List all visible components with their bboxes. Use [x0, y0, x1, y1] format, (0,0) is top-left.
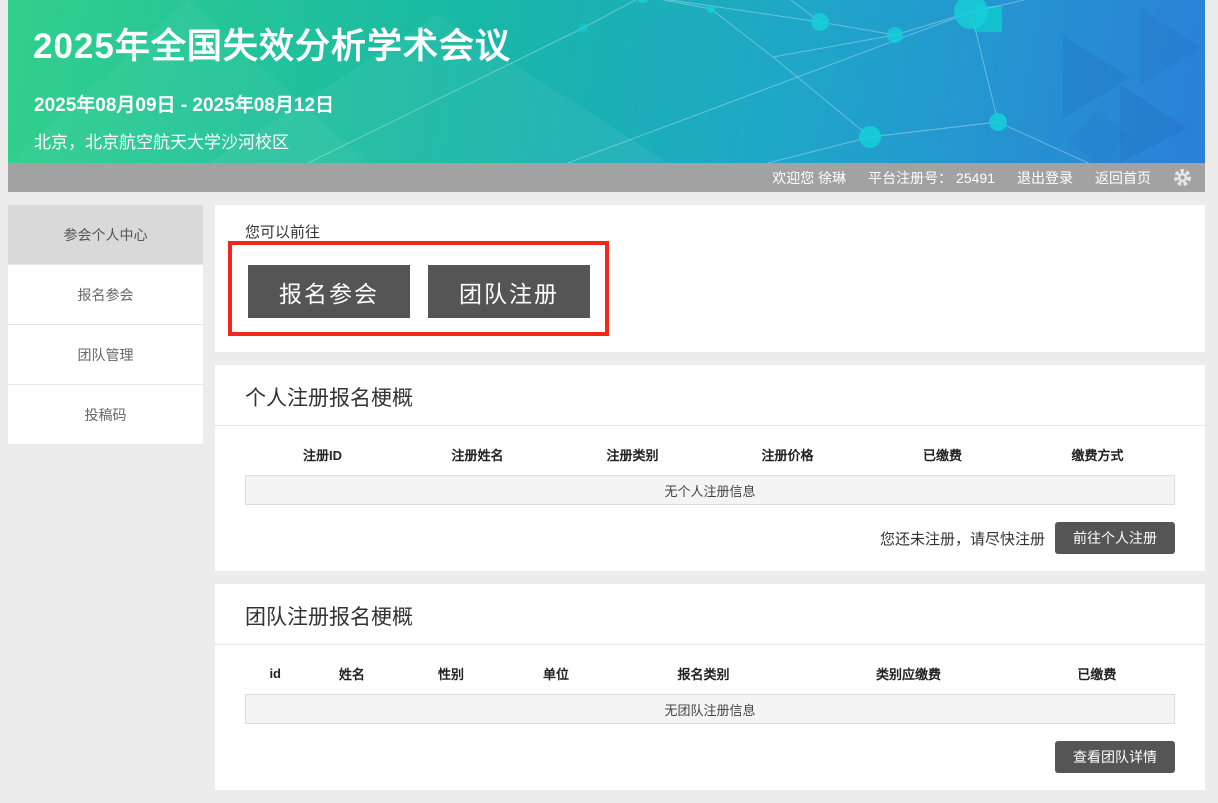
col-paid: 已缴费 [865, 436, 1020, 475]
col-organization: 单位 [504, 655, 609, 694]
col-reg-category: 注册类别 [555, 436, 710, 475]
team-registration-table: id 姓名 性别 单位 报名类别 类别应缴费 已缴费 [245, 655, 1175, 694]
table-header-row: id 姓名 性别 单位 报名类别 类别应缴费 已缴费 [245, 655, 1175, 694]
platform-id-text: 平台注册号： 25491 [868, 168, 995, 188]
logout-link[interactable]: 退出登录 [1017, 168, 1073, 188]
sidebar-item-personal-center[interactable]: 参会个人中心 [8, 205, 203, 265]
table-header-row: 注册ID 注册姓名 注册类别 注册价格 已缴费 缴费方式 [245, 436, 1175, 475]
col-category-due: 类别应缴费 [798, 655, 1018, 694]
col-reg-name: 注册姓名 [400, 436, 555, 475]
conference-title: 2025年全国失效分析学术会议 [33, 18, 511, 69]
personal-footer: 您还未注册，请尽快注册 前往个人注册 [245, 522, 1175, 554]
personal-registration-panel: 个人注册报名梗概 注册ID 注册姓名 注册类别 注册价格 已缴费 缴费方式 无个… [215, 365, 1205, 571]
back-home-link[interactable]: 返回首页 [1095, 168, 1151, 188]
goto-hint-text: 您可以前往 [245, 221, 320, 242]
sidebar-nav: 参会个人中心 报名参会 团队管理 投稿码 [8, 205, 203, 445]
gear-icon[interactable] [1173, 168, 1192, 187]
col-reg-price: 注册价格 [710, 436, 865, 475]
conference-banner: 2025年全国失效分析学术会议 2025年08月09日 - 2025年08月12… [8, 0, 1205, 163]
team-registration-panel: 团队注册报名梗概 id 姓名 性别 单位 报名类别 类别应缴费 [215, 584, 1205, 790]
main-column: 您可以前往 报名参会 团队注册 个人注册报名梗概 注册ID 注册姓名 注册类别 [215, 205, 1205, 803]
sidebar-item-register[interactable]: 报名参会 [8, 265, 203, 325]
content-area: 参会个人中心 报名参会 团队管理 投稿码 您可以前往 报名参会 团队注册 个人注… [8, 205, 1205, 803]
sidebar-item-team-manage[interactable]: 团队管理 [8, 325, 203, 385]
not-registered-hint: 您还未注册，请尽快注册 [880, 528, 1045, 549]
col-paid: 已缴费 [1019, 655, 1175, 694]
conference-location: 北京，北京航空航天大学沙河校区 [34, 128, 289, 153]
user-topbar: 欢迎您 徐琳 平台注册号： 25491 退出登录 返回首页 [8, 163, 1205, 192]
page: 2025年全国失效分析学术会议 2025年08月09日 - 2025年08月12… [0, 0, 1218, 803]
team-footer: 查看团队详情 [245, 741, 1175, 773]
col-pay-method: 缴费方式 [1020, 436, 1175, 475]
team-register-button[interactable]: 团队注册 [428, 265, 590, 318]
col-signup-category: 报名类别 [609, 655, 799, 694]
go-personal-register-button[interactable]: 前往个人注册 [1055, 522, 1175, 554]
personal-registration-table: 注册ID 注册姓名 注册类别 注册价格 已缴费 缴费方式 [245, 436, 1175, 475]
personal-section-title: 个人注册报名梗概 [215, 365, 1205, 426]
welcome-text: 欢迎您 徐琳 [772, 168, 846, 188]
sidebar-item-submission-code[interactable]: 投稿码 [8, 385, 203, 445]
col-gender: 性别 [398, 655, 503, 694]
col-id: id [245, 655, 305, 694]
quick-actions-panel: 您可以前往 报名参会 团队注册 [215, 205, 1205, 352]
register-attend-button[interactable]: 报名参会 [248, 265, 410, 318]
conference-dates: 2025年08月09日 - 2025年08月12日 [34, 90, 334, 117]
team-section-title: 团队注册报名梗概 [215, 584, 1205, 645]
personal-empty-row: 无个人注册信息 [245, 475, 1175, 505]
col-name: 姓名 [305, 655, 398, 694]
action-button-row: 报名参会 团队注册 [248, 265, 590, 318]
team-empty-row: 无团队注册信息 [245, 694, 1175, 724]
view-team-details-button[interactable]: 查看团队详情 [1055, 741, 1175, 773]
col-reg-id: 注册ID [245, 436, 400, 475]
